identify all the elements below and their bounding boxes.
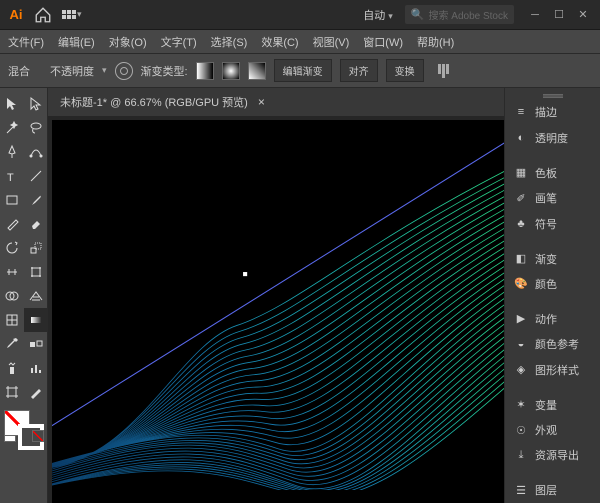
transparency-icon: ◐ xyxy=(513,130,529,146)
panel-appearance[interactable]: ☉外观 xyxy=(505,417,600,442)
minimize-button[interactable]: ─ xyxy=(524,6,546,24)
panel-variables[interactable]: ✶变量 xyxy=(505,392,600,417)
style-target-icon[interactable] xyxy=(115,62,133,80)
panel-brushes[interactable]: ✐画笔 xyxy=(505,186,600,211)
type-tool[interactable]: T xyxy=(0,164,24,188)
search-placeholder: 搜索 Adobe Stock xyxy=(429,7,508,22)
panel-asset-export[interactable]: ⤓资源导出 xyxy=(505,443,600,468)
gradient-tool[interactable] xyxy=(24,308,48,332)
stroke-icon: ≡ xyxy=(513,104,529,120)
curvature-tool[interactable] xyxy=(24,140,48,164)
menu-help[interactable]: 帮助(H) xyxy=(417,34,454,50)
home-icon[interactable] xyxy=(34,6,52,24)
blend-label: 混合 xyxy=(8,63,30,79)
panel-transparency[interactable]: ◐透明度 xyxy=(505,125,600,150)
width-tool[interactable] xyxy=(0,260,24,284)
transform-button[interactable]: 变换 xyxy=(386,59,424,82)
blend-tool[interactable] xyxy=(24,332,48,356)
opacity-label: 不透明度 xyxy=(50,63,94,79)
stock-search[interactable]: 🔍 搜索 Adobe Stock xyxy=(405,5,514,24)
none-mode-icon[interactable] xyxy=(32,430,44,442)
workspace-switcher[interactable]: 自动 ▾ xyxy=(363,7,393,23)
panel-actions[interactable]: ▶动作 xyxy=(505,306,600,331)
symbol-sprayer-tool[interactable] xyxy=(0,356,24,380)
menu-edit[interactable]: 编辑(E) xyxy=(58,34,95,50)
menu-view[interactable]: 视图(V) xyxy=(313,34,350,50)
panel-graphic-styles[interactable]: ◈图形样式 xyxy=(505,357,600,382)
canvas[interactable] xyxy=(52,120,504,503)
shape-builder-tool[interactable] xyxy=(0,284,24,308)
menu-object[interactable]: 对象(O) xyxy=(109,34,147,50)
linear-grad-icon[interactable] xyxy=(196,62,214,80)
panel-gradient[interactable]: ◧渐变 xyxy=(505,246,600,271)
paintbrush-tool[interactable] xyxy=(24,188,48,212)
mesh-tool[interactable] xyxy=(0,308,24,332)
svg-text:T: T xyxy=(7,172,14,184)
selection-tool[interactable] xyxy=(0,92,24,116)
symbols-icon: ♣ xyxy=(513,216,529,232)
app-logo: Ai xyxy=(6,5,26,25)
document-tab[interactable]: 未标题-1* @ 66.67% (RGB/GPU 预览) × xyxy=(48,88,504,116)
color-guide-icon: ◒ xyxy=(513,336,529,352)
panel-symbols[interactable]: ♣符号 xyxy=(505,211,600,236)
rectangle-tool[interactable] xyxy=(0,188,24,212)
slice-tool[interactable] xyxy=(24,380,48,404)
shaper-tool[interactable] xyxy=(0,212,24,236)
edit-gradient-button[interactable]: 编辑渐变 xyxy=(274,59,332,82)
color-icon: 🎨 xyxy=(513,276,529,292)
menu-select[interactable]: 选择(S) xyxy=(211,34,248,50)
swatches-icon: ▦ xyxy=(513,165,529,181)
lasso-tool[interactable] xyxy=(24,116,48,140)
close-tab-button[interactable]: × xyxy=(258,95,265,109)
panel-color[interactable]: 🎨颜色 xyxy=(505,271,600,296)
freeform-grad-icon[interactable] xyxy=(248,62,266,80)
rotate-tool[interactable] xyxy=(0,236,24,260)
appearance-icon: ☉ xyxy=(513,422,529,438)
menu-file[interactable]: 文件(F) xyxy=(8,34,44,50)
eyedropper-tool[interactable] xyxy=(0,332,24,356)
panels-dock: ≡描边 ◐透明度 ▦色板 ✐画笔 ♣符号 ◧渐变 🎨颜色 ▶动作 ◒颜色参考 ◈… xyxy=(504,88,600,503)
asset-export-icon: ⤓ xyxy=(513,447,529,463)
artboard-tool[interactable] xyxy=(0,380,24,404)
panel-grip[interactable] xyxy=(505,92,600,100)
menu-effect[interactable]: 效果(C) xyxy=(261,34,298,50)
perspective-grid-tool[interactable] xyxy=(24,284,48,308)
variables-icon: ✶ xyxy=(513,397,529,413)
free-transform-tool[interactable] xyxy=(24,260,48,284)
scale-tool[interactable] xyxy=(24,236,48,260)
eraser-tool[interactable] xyxy=(24,212,48,236)
menu-type[interactable]: 文字(T) xyxy=(161,34,197,50)
document-title: 未标题-1* @ 66.67% (RGB/GPU 预览) xyxy=(60,94,248,110)
grad-type-label: 渐变类型: xyxy=(141,63,188,79)
panel-stroke[interactable]: ≡描边 xyxy=(505,100,600,125)
column-graph-tool[interactable] xyxy=(24,356,48,380)
align-button[interactable]: 对齐 xyxy=(340,59,378,82)
direct-selection-tool[interactable] xyxy=(24,92,48,116)
opacity-dropdown[interactable]: ▾ xyxy=(102,65,107,76)
panel-color-guide[interactable]: ◒颜色参考 xyxy=(505,332,600,357)
arrange-docs-icon[interactable]: ▾ xyxy=(62,6,86,24)
menu-window[interactable]: 窗口(W) xyxy=(363,34,403,50)
close-button[interactable]: ✕ xyxy=(572,6,594,24)
brushes-icon: ✐ xyxy=(513,190,529,206)
radial-grad-icon[interactable] xyxy=(222,62,240,80)
graphic-styles-icon: ◈ xyxy=(513,362,529,378)
pen-tool[interactable] xyxy=(0,140,24,164)
panel-swatches[interactable]: ▦色板 xyxy=(505,160,600,185)
align-icons[interactable] xyxy=(438,64,449,78)
actions-icon: ▶ xyxy=(513,311,529,327)
layers-icon: ☰ xyxy=(513,482,529,498)
panel-layers[interactable]: ☰图层 xyxy=(505,478,600,503)
line-tool[interactable] xyxy=(24,164,48,188)
search-icon: 🔍 xyxy=(411,8,425,21)
magic-wand-tool[interactable] xyxy=(0,116,24,140)
tools-panel: T xyxy=(0,88,48,503)
gradient-icon: ◧ xyxy=(513,251,529,267)
maximize-button[interactable]: ☐ xyxy=(548,6,570,24)
